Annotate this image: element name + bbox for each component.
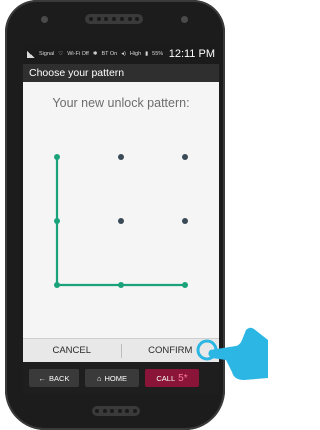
pattern-dot-6[interactable] [182,218,188,224]
pattern-dot-5[interactable] [118,218,124,224]
pointing-hand-icon [196,327,268,380]
call-suffix: 5* [178,372,188,384]
bluetooth-label: BT On [101,51,118,57]
call-button[interactable]: CALL 5* [145,369,199,387]
signal-icon [27,50,35,58]
pattern-dot-8[interactable] [118,282,124,288]
phone-screen: Signal ♡ Wi-Fi Off ✱ BT On ◂) High ▮ 55%… [23,44,219,394]
home-icon: ⌂ [96,373,102,383]
pattern-dot-9[interactable] [182,282,188,288]
bottom-speaker [92,406,140,416]
call-label: CALL [156,373,176,383]
action-bar: CANCEL CONFIRM [23,338,219,363]
volume-label: High [129,51,142,57]
sensor-icon [181,16,188,23]
wifi-icon: ♡ [58,51,64,57]
volume-icon: ◂) [121,51,126,57]
earpiece-speaker [85,14,143,24]
back-label: BACK [49,373,70,383]
back-arrow-icon: ← [38,373,47,383]
back-button[interactable]: ← BACK [29,369,79,387]
cancel-button[interactable]: CANCEL [23,339,121,363]
pattern-prompt: Your new unlock pattern: [52,96,190,110]
bluetooth-icon: ✱ [92,51,98,57]
unlock-pattern-grid[interactable] [23,148,219,298]
screen-title: Choose your pattern [23,64,219,82]
status-bar: Signal ♡ Wi-Fi Off ✱ BT On ◂) High ▮ 55%… [23,44,219,64]
accessibility-nav-bar: ← BACK ⌂ HOME CALL 5* [23,362,219,394]
clock: 12:11 PM [168,48,215,60]
front-camera-icon [41,16,48,23]
home-label: HOME [104,373,128,383]
pattern-dot-7[interactable] [54,282,60,288]
pattern-dot-1[interactable] [54,154,60,160]
home-button[interactable]: ⌂ HOME [85,369,139,387]
pattern-dot-4[interactable] [54,218,60,224]
wifi-label: Wi-Fi Off [67,51,89,57]
phone-device: Signal ♡ Wi-Fi Off ✱ BT On ◂) High ▮ 55%… [5,0,225,430]
battery-label: 55% [152,51,164,57]
battery-icon: ▮ [145,51,149,57]
signal-label: Signal [39,51,55,57]
pattern-dot-2[interactable] [118,154,124,160]
pattern-dot-3[interactable] [182,154,188,160]
